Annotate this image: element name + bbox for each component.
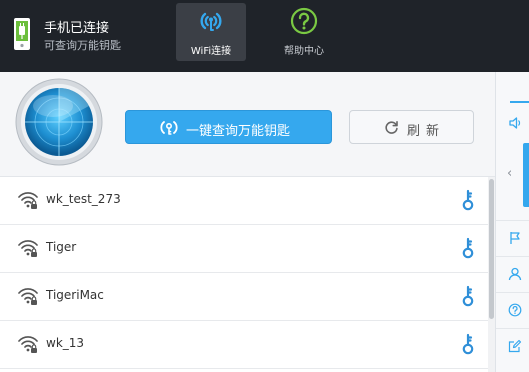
- wifi-lock-icon: [18, 192, 38, 209]
- wifi-signal-icon: [200, 12, 222, 31]
- wifi-lock-icon: [18, 336, 38, 353]
- network-ssid: wk_13: [46, 336, 85, 350]
- list-item[interactable]: Tiger: [0, 225, 488, 273]
- question-circle-icon: [508, 303, 522, 317]
- list-item[interactable]: wk_test_273: [0, 177, 488, 225]
- phone-connected-icon: [14, 18, 30, 50]
- list-item[interactable]: wk_13: [0, 321, 488, 369]
- query-master-key-button[interactable]: 一键查询万能钥匙: [125, 110, 332, 144]
- right-side-panel: ‹: [495, 72, 529, 372]
- key-icon[interactable]: [461, 237, 475, 259]
- list-item[interactable]: TigeriMac: [0, 273, 488, 321]
- phone-status: 手机已连接 可查询万能钥匙: [0, 0, 160, 72]
- connection-subtitle: 可查询万能钥匙: [44, 39, 121, 52]
- network-ssid: TigeriMac: [46, 288, 104, 302]
- list-scrollbar[interactable]: [488, 177, 495, 372]
- tab-wifi-connect[interactable]: WiFi连接: [176, 3, 246, 61]
- wifi-lock-icon: [18, 240, 38, 257]
- tab-help-center[interactable]: 帮助中心: [269, 3, 339, 61]
- network-ssid: wk_test_273: [46, 192, 121, 206]
- key-icon[interactable]: [461, 189, 475, 211]
- tab-help-label: 帮助中心: [284, 46, 324, 57]
- radar-scanner-icon: [15, 78, 103, 166]
- tab-wifi-label: WiFi连接: [190, 46, 232, 57]
- carousel-prev-arrow[interactable]: ‹: [507, 166, 512, 181]
- network-ssid: Tiger: [46, 240, 77, 254]
- action-header: 一键查询万能钥匙 刷新: [0, 72, 495, 177]
- edit-icon: [508, 339, 522, 353]
- refresh-button[interactable]: 刷新: [349, 110, 474, 144]
- wifi-lock-icon: [18, 288, 38, 305]
- query-button-label: 一键查询万能钥匙: [186, 124, 291, 139]
- sidebar-item-user[interactable]: [496, 256, 529, 293]
- sidebar-item-help[interactable]: [496, 292, 529, 329]
- refresh-button-label: 刷新: [407, 124, 446, 139]
- active-tab-indicator: [510, 101, 529, 103]
- sidebar-item-flag[interactable]: [496, 220, 529, 257]
- main-panel: 一键查询万能钥匙 刷新 wk_test_273 Tiger TigeriMac …: [0, 72, 495, 372]
- key-icon[interactable]: [461, 285, 475, 307]
- refresh-icon: [385, 121, 398, 134]
- flag-icon: [510, 232, 520, 244]
- user-icon: [508, 267, 522, 281]
- sidebar-item-edit[interactable]: [496, 328, 529, 365]
- wifi-key-icon: [160, 121, 178, 135]
- key-icon[interactable]: [461, 333, 475, 355]
- connection-title: 手机已连接: [44, 21, 110, 36]
- carousel-card[interactable]: [523, 143, 529, 207]
- top-bar: 手机已连接 可查询万能钥匙 WiFi连接 帮助中心: [0, 0, 529, 72]
- speaker-icon: [509, 117, 521, 129]
- question-icon: [290, 7, 318, 35]
- wifi-network-list: wk_test_273 Tiger TigeriMac wk_13: [0, 177, 488, 372]
- scrollbar-thumb[interactable]: [489, 179, 494, 319]
